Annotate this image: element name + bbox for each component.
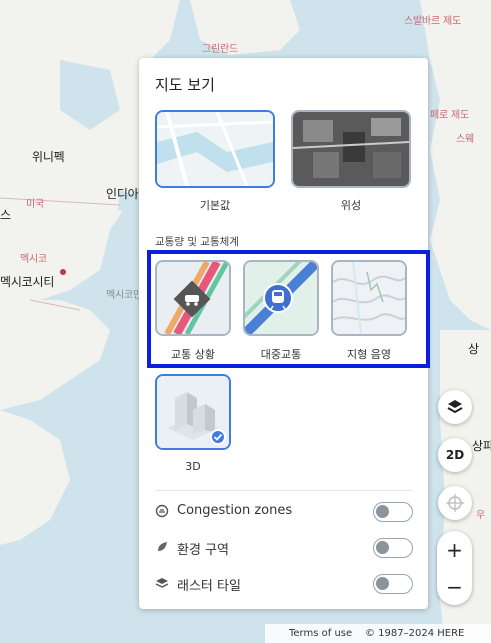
map-label-usa: 미국 bbox=[26, 199, 44, 210]
map-label-gulf: 멕시코만 bbox=[106, 290, 142, 301]
map-label-mexico: 멕시코 bbox=[20, 254, 47, 265]
zoom-in-button[interactable]: + bbox=[437, 531, 472, 568]
raster-label: 래스터 타일 bbox=[177, 579, 241, 594]
congestion-toggle[interactable] bbox=[373, 502, 413, 522]
congestion-label: Congestion zones bbox=[177, 503, 293, 518]
selected-check-icon bbox=[210, 429, 226, 445]
toggle-row-env-zone: 환경 구역 bbox=[155, 538, 413, 558]
map-label-sang: 상 bbox=[468, 342, 479, 356]
map-label-winnipeg: 위니펙 bbox=[32, 150, 65, 164]
raster-toggle[interactable] bbox=[373, 574, 413, 594]
toggle-knob bbox=[376, 541, 389, 554]
layers-button[interactable] bbox=[438, 390, 472, 424]
three-d-label: 3D bbox=[185, 460, 201, 473]
map-label-greenland: 그린란드 bbox=[202, 44, 238, 55]
compass-button[interactable] bbox=[438, 486, 472, 520]
default-map-icon bbox=[157, 112, 273, 186]
map-label-indianapolis: 인디아 bbox=[106, 187, 139, 201]
layers-icon bbox=[155, 578, 169, 588]
env-zone-toggle[interactable] bbox=[373, 538, 413, 558]
map-label-s: 스 bbox=[0, 208, 11, 222]
panel-title: 지도 보기 bbox=[155, 76, 215, 94]
map-label-mexico-city: 멕시코시티 bbox=[0, 275, 55, 289]
zoom-controls: + − bbox=[437, 531, 472, 605]
compass-icon bbox=[446, 494, 464, 512]
congestion-icon bbox=[155, 504, 169, 518]
map-label-faroe: 페로 제도 bbox=[430, 110, 469, 121]
toggle-knob bbox=[376, 577, 389, 590]
terms-link[interactable]: Terms of use bbox=[289, 628, 352, 639]
leaf-icon bbox=[158, 542, 167, 551]
layers-icon bbox=[447, 400, 463, 414]
traffic-section-label: 교통량 및 교통체계 bbox=[155, 236, 239, 248]
map-footer: Terms of use © 1987–2024 HERE bbox=[265, 624, 491, 643]
toggle-row-congestion: Congestion zones bbox=[155, 502, 413, 522]
map-label-sweden: 스웨 bbox=[456, 134, 474, 145]
map-label-sanpa: 상파 bbox=[472, 439, 491, 453]
default-map-label: 기본값 bbox=[199, 199, 231, 212]
map-label-svalbard: 스발바르 제도 bbox=[404, 16, 461, 27]
env-zone-label: 환경 구역 bbox=[177, 543, 229, 558]
default-map-tile[interactable] bbox=[155, 110, 275, 188]
satellite-map-label: 위성 bbox=[340, 199, 362, 212]
toggle-knob bbox=[376, 505, 389, 518]
view-mode-label: 2D bbox=[445, 448, 465, 462]
divider bbox=[155, 490, 412, 491]
highlight-box bbox=[147, 250, 430, 368]
zoom-out-button[interactable]: − bbox=[437, 568, 472, 605]
view-mode-button[interactable]: 2D bbox=[438, 438, 472, 472]
three-d-tile[interactable] bbox=[155, 374, 231, 450]
satellite-map-tile[interactable] bbox=[291, 110, 411, 188]
copyright-text: © 1987–2024 HERE bbox=[365, 628, 465, 639]
satellite-map-icon bbox=[293, 112, 409, 186]
map-label-u: 우 bbox=[476, 510, 485, 521]
toggle-row-raster: 래스터 타일 bbox=[155, 574, 413, 594]
